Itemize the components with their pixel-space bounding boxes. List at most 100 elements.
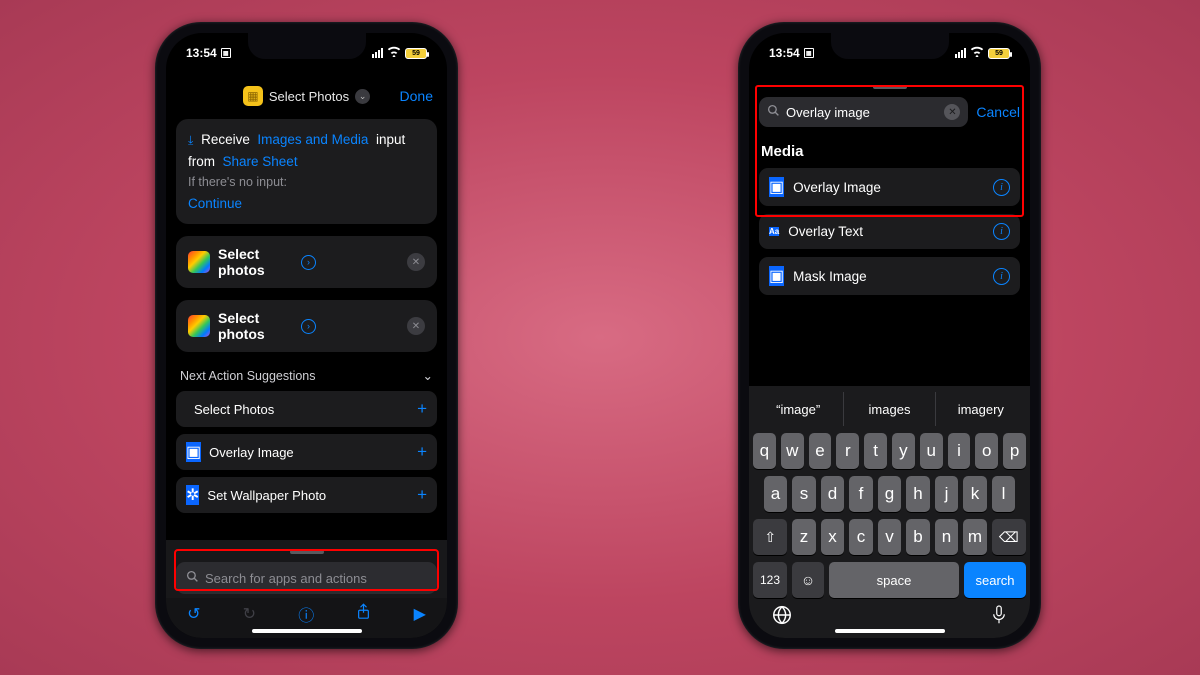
undo-button[interactable]: ↺ [187,604,200,624]
delete-action-icon[interactable]: ✕ [407,317,425,335]
key-u[interactable]: u [920,433,943,469]
prediction-2[interactable]: images [843,392,934,426]
key-f[interactable]: f [849,476,873,512]
key-k[interactable]: k [963,476,987,512]
mic-icon[interactable] [990,604,1008,631]
key-backspace[interactable]: ⌫ [992,519,1026,555]
key-r[interactable]: r [836,433,859,469]
chevron-right-icon[interactable]: › [301,255,316,270]
home-indicator[interactable] [252,629,362,633]
prediction-1[interactable]: “image” [753,392,843,426]
prediction-3[interactable]: imagery [935,392,1026,426]
keyboard-predictions: “image” images imagery [753,392,1026,426]
key-shift[interactable]: ⇧ [753,519,787,555]
photos-icon [188,315,210,337]
shortcut-title-pill[interactable]: ▦ Select Photos ⌄ [243,86,370,106]
result-overlay-image[interactable]: ▣ Overlay Image i [759,168,1020,206]
search-icon [186,570,199,586]
key-m[interactable]: m [963,519,987,555]
plus-icon[interactable]: + [417,485,427,505]
chevron-right-icon[interactable]: › [301,319,316,334]
notch [248,33,366,59]
overlay-text-icon: Aa [769,227,779,236]
key-t[interactable]: t [864,433,887,469]
home-indicator[interactable] [835,629,945,633]
input-types-link[interactable]: Images and Media [257,132,368,147]
info-icon[interactable]: i [993,179,1010,196]
key-p[interactable]: p [1003,433,1026,469]
key-x[interactable]: x [821,519,845,555]
search-input[interactable]: Search for apps and actions [176,562,437,594]
key-b[interactable]: b [906,519,930,555]
key-d[interactable]: d [821,476,845,512]
clear-search-icon[interactable]: ✕ [944,104,960,120]
battery-icon: 59 [405,48,427,59]
globe-icon[interactable] [771,604,793,631]
suggestion-select-photos[interactable]: Select Photos + [176,391,437,427]
key-emoji[interactable]: ☺ [792,562,824,598]
focus-icon: ▦ [804,48,814,58]
receive-input-block[interactable]: ⤓ Receive Images and Media input from Sh… [176,119,437,224]
photos-icon [188,251,210,273]
sheet-grabber[interactable] [873,85,907,89]
key-n[interactable]: n [935,519,959,555]
key-e[interactable]: e [809,433,832,469]
chevron-down-icon[interactable]: ⌄ [423,368,433,383]
share-button[interactable] [356,603,371,625]
suggestion-set-wallpaper[interactable]: ✲ Set Wallpaper Photo + [176,477,437,513]
cancel-button[interactable]: Cancel [976,104,1020,120]
search-value: Overlay image [786,105,938,120]
info-icon[interactable]: i [993,268,1010,285]
screen-left: 13:54 ▦ 59 ▦ Select Photos ⌄ Done [166,33,447,638]
key-g[interactable]: g [878,476,902,512]
info-button[interactable]: ⓘ [298,602,314,626]
key-w[interactable]: w [781,433,804,469]
no-input-action[interactable]: Continue [188,193,425,214]
cell-signal-icon [372,48,383,58]
action-select-photos-2[interactable]: Select photos › ✕ [176,300,437,352]
clock: 13:54 [769,46,800,60]
search-input[interactable]: Overlay image ✕ [759,97,968,127]
key-o[interactable]: o [975,433,998,469]
key-v[interactable]: v [878,519,902,555]
search-icon [767,104,780,120]
no-input-label: If there's no input: [188,172,425,193]
phone-left: 13:54 ▦ 59 ▦ Select Photos ⌄ Done [155,22,458,649]
key-123[interactable]: 123 [753,562,787,598]
result-overlay-text[interactable]: Aa Overlay Text i [759,214,1020,249]
key-q[interactable]: q [753,433,776,469]
cell-signal-icon [955,48,966,58]
key-l[interactable]: l [992,476,1016,512]
search-placeholder: Search for apps and actions [205,571,367,586]
section-header-media: Media [761,143,1018,160]
result-mask-image[interactable]: ▣ Mask Image i [759,257,1020,295]
suggestion-overlay-image[interactable]: ▣ Overlay Image + [176,434,437,470]
overlay-image-icon: ▣ [769,177,784,197]
plus-icon[interactable]: + [417,442,427,462]
done-button[interactable]: Done [400,88,433,104]
shortcut-app-icon: ▦ [243,86,263,106]
key-a[interactable]: a [764,476,788,512]
input-source-link[interactable]: Share Sheet [223,154,298,169]
battery-icon: 59 [988,48,1010,59]
key-space[interactable]: space [829,562,959,598]
key-z[interactable]: z [792,519,816,555]
screen-right: 13:54 ▦ 59 [749,33,1030,638]
keyboard: “image” images imagery qwertyuiop asdfgh… [749,386,1030,638]
key-i[interactable]: i [948,433,971,469]
wallpaper-icon: ✲ [186,485,199,505]
info-icon[interactable]: i [993,223,1010,240]
sheet-grabber[interactable] [290,550,324,554]
key-s[interactable]: s [792,476,816,512]
wifi-icon [970,46,984,60]
delete-action-icon[interactable]: ✕ [407,253,425,271]
play-button[interactable]: ▶ [414,604,426,624]
key-c[interactable]: c [849,519,873,555]
action-select-photos-1[interactable]: Select photos › ✕ [176,236,437,288]
action-search-sheet: Search for apps and actions [166,540,447,600]
key-y[interactable]: y [892,433,915,469]
key-h[interactable]: h [906,476,930,512]
plus-icon[interactable]: + [417,399,427,419]
key-search[interactable]: search [964,562,1026,598]
key-j[interactable]: j [935,476,959,512]
